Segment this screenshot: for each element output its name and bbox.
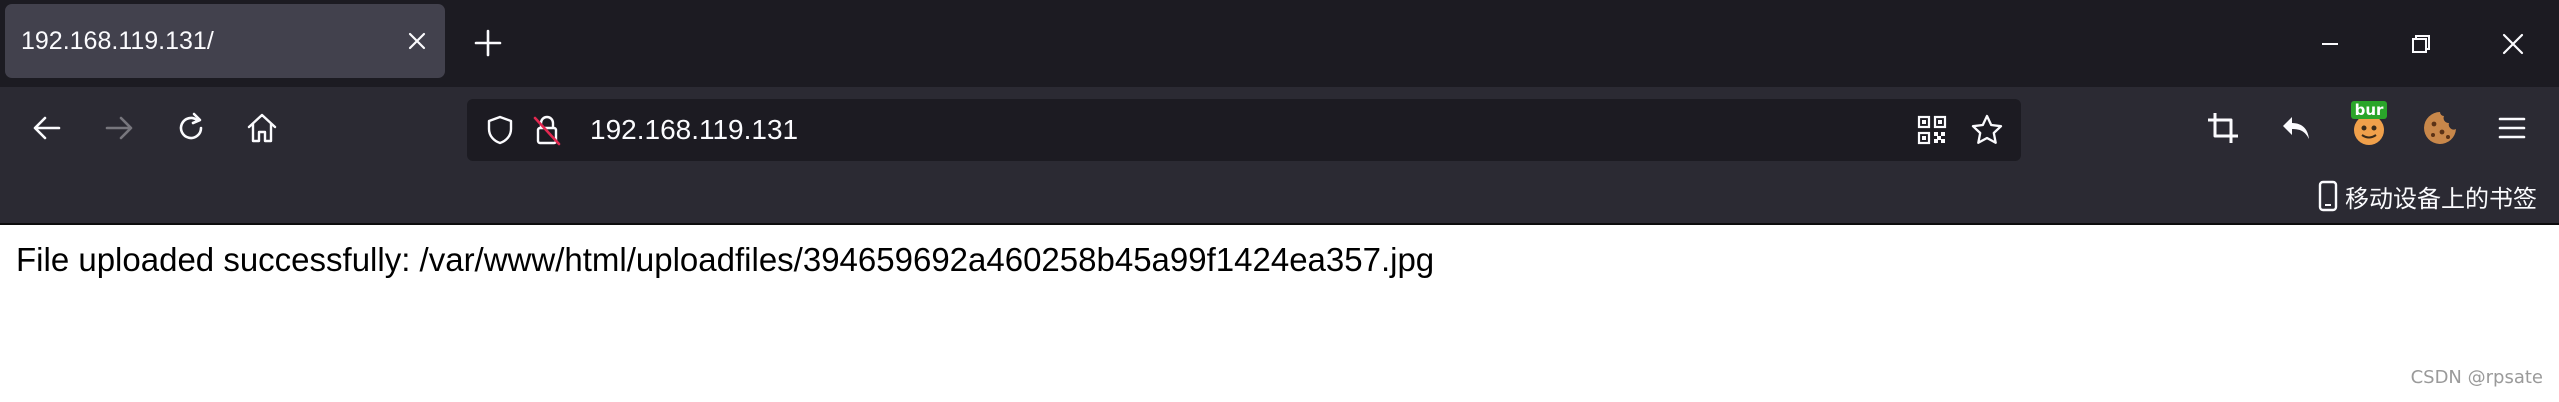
tab-strip: 192.168.119.131/ [0,0,2559,87]
new-tab-button[interactable] [470,25,506,61]
main-menu-button[interactable] [2492,108,2532,148]
home-button[interactable] [242,108,282,148]
url-text[interactable]: 192.168.119.131 [590,99,798,161]
home-icon [247,113,277,143]
mobile-bookmarks-label: 移动设备上的书签 [2345,184,2537,213]
bookmarks-toolbar: 移动设备上的书签 [0,170,2559,225]
shield-icon [487,115,513,145]
watermark: CSDN @rpsate [2410,367,2543,388]
navigation-toolbar: 192.168.119.131 bur [0,87,2559,170]
undo-icon [2283,117,2309,139]
crop-icon [2208,113,2238,143]
cookie-extension-button[interactable] [2420,108,2460,148]
forward-button[interactable] [99,108,139,148]
undo-button[interactable] [2276,108,2316,148]
page-content: File uploaded successfully: /var/www/htm… [0,225,2559,402]
close-window-button[interactable] [2491,22,2535,66]
close-tab-button[interactable] [401,25,433,57]
qr-code-button[interactable] [1914,112,1950,148]
extension-badge-label: bur [2354,101,2384,119]
mobile-device-icon [2318,180,2338,212]
mobile-bookmarks-folder[interactable]: 移动设备上的书签 [2315,176,2537,216]
star-icon [1971,114,2003,144]
minimize-icon [2322,43,2338,45]
address-bar[interactable]: 192.168.119.131 [467,99,2021,161]
back-button[interactable] [27,108,67,148]
arrow-right-icon [105,116,133,140]
upload-result-message: File uploaded successfully: /var/www/htm… [16,241,1435,278]
qr-code-icon [1917,115,1947,145]
insecure-lock-icon [533,115,561,146]
plus-icon [474,29,502,57]
minimize-button[interactable] [2308,22,2352,66]
tab-title: 192.168.119.131/ [21,27,214,55]
tracking-protection-button[interactable] [482,112,518,148]
arrow-left-icon [33,116,61,140]
bookmark-page-button[interactable] [1969,112,2005,148]
reload-button[interactable] [171,108,211,148]
reload-icon [179,112,203,140]
close-icon [2502,33,2524,55]
cookie-icon [2424,112,2456,144]
active-tab[interactable]: 192.168.119.131/ [5,4,445,78]
restore-button[interactable] [2399,22,2443,66]
close-icon [408,32,426,50]
hamburger-menu-icon [2498,117,2526,139]
burp-extension-button[interactable]: bur [2347,99,2391,151]
crop-tool-button[interactable] [2203,108,2243,148]
restore-icon [2412,35,2430,53]
site-security-button[interactable] [529,112,565,148]
